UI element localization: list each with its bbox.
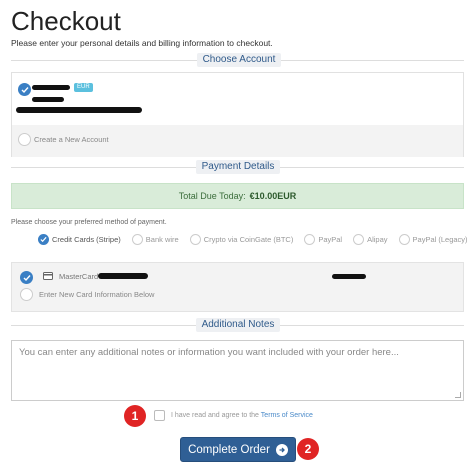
payment-method-paypal[interactable]: PayPal: [304, 234, 342, 245]
radio-empty-icon[interactable]: [131, 234, 143, 245]
saved-card-radio[interactable]: [20, 271, 33, 284]
complete-order-button[interactable]: Complete Order: [180, 437, 296, 462]
choose-account-heading: Choose Account: [197, 53, 281, 67]
radio-empty-icon[interactable]: [353, 234, 365, 245]
payment-method-alipay[interactable]: Alipay: [353, 234, 388, 245]
notes-textarea[interactable]: You can enter any additional notes or in…: [11, 340, 464, 401]
redacted-card-number: [98, 273, 148, 279]
new-card-label: Enter New Card Information Below: [39, 290, 155, 299]
annotation-badge-1: 1: [124, 405, 146, 427]
resize-handle-icon[interactable]: [455, 392, 461, 398]
payment-method-stripe[interactable]: Credit Cards (Stripe): [38, 234, 121, 245]
payment-method-label: Credit Cards (Stripe): [52, 235, 121, 244]
radio-empty-icon[interactable]: [304, 234, 316, 245]
radio-empty-icon[interactable]: [398, 234, 410, 245]
saved-card-label: MasterCard: [59, 272, 99, 281]
total-due-value: €10.00EUR: [249, 191, 297, 201]
payment-method-bankwire[interactable]: Bank wire: [131, 234, 179, 245]
page-subtitle: Please enter your personal details and b…: [11, 38, 273, 48]
payment-method-prompt: Please choose your preferred method of p…: [11, 219, 167, 226]
annotation-badge-2: 2: [297, 438, 319, 460]
payment-method-label: PayPal: [318, 235, 343, 244]
total-due-label: Total Due Today:: [178, 191, 246, 201]
redacted-account-detail: [32, 97, 64, 102]
account-selected-radio[interactable]: [18, 83, 31, 96]
new-card-radio[interactable]: [20, 288, 33, 301]
radio-checked-icon[interactable]: [38, 234, 49, 245]
terms-prefix: I have read and agree to the: [171, 412, 259, 419]
create-account-row[interactable]: Create a New Account: [12, 125, 463, 157]
checkmark-icon: [23, 274, 31, 281]
payment-method-list: Credit Cards (Stripe) Bank wire Crypto v…: [38, 234, 474, 245]
payment-method-paypal-legacy[interactable]: PayPal (Legacy): [398, 234, 468, 245]
currency-badge: EUR: [74, 83, 93, 92]
redacted-account-name: [32, 85, 70, 90]
payment-method-coingate[interactable]: Crypto via CoinGate (BTC): [189, 234, 294, 245]
create-account-label: Create a New Account: [34, 135, 109, 144]
payment-method-label: Crypto via CoinGate (BTC): [203, 235, 294, 244]
radio-empty-icon[interactable]: [189, 234, 201, 245]
terms-checkbox[interactable]: [154, 410, 165, 421]
payment-method-label: PayPal (Legacy): [412, 235, 468, 244]
arrow-right-icon: [275, 443, 288, 456]
complete-order-label: Complete Order: [188, 443, 270, 456]
terms-row: I have read and agree to the Terms of Se…: [154, 410, 313, 421]
page-title: Checkout: [11, 6, 121, 36]
terms-link[interactable]: Terms of Service: [261, 412, 313, 419]
notes-placeholder: You can enter any additional notes or in…: [19, 347, 399, 358]
redacted-account-address: [16, 107, 142, 113]
payment-details-heading: Payment Details: [196, 160, 280, 174]
card-selector: MasterCard Enter New Card Information Be…: [11, 262, 464, 312]
terms-text: I have read and agree to the Terms of Se…: [171, 412, 313, 419]
redacted-card-expiry: [332, 274, 366, 279]
payment-method-label: Bank wire: [145, 235, 179, 244]
checkmark-icon: [21, 86, 29, 93]
additional-notes-heading: Additional Notes: [196, 318, 280, 332]
total-due-bar: Total Due Today: €10.00EUR: [11, 183, 464, 209]
create-account-radio[interactable]: [18, 133, 31, 146]
account-selector: EUR Create a New Account: [11, 72, 464, 157]
payment-method-label: Alipay: [367, 235, 388, 244]
credit-card-icon: [43, 272, 53, 280]
